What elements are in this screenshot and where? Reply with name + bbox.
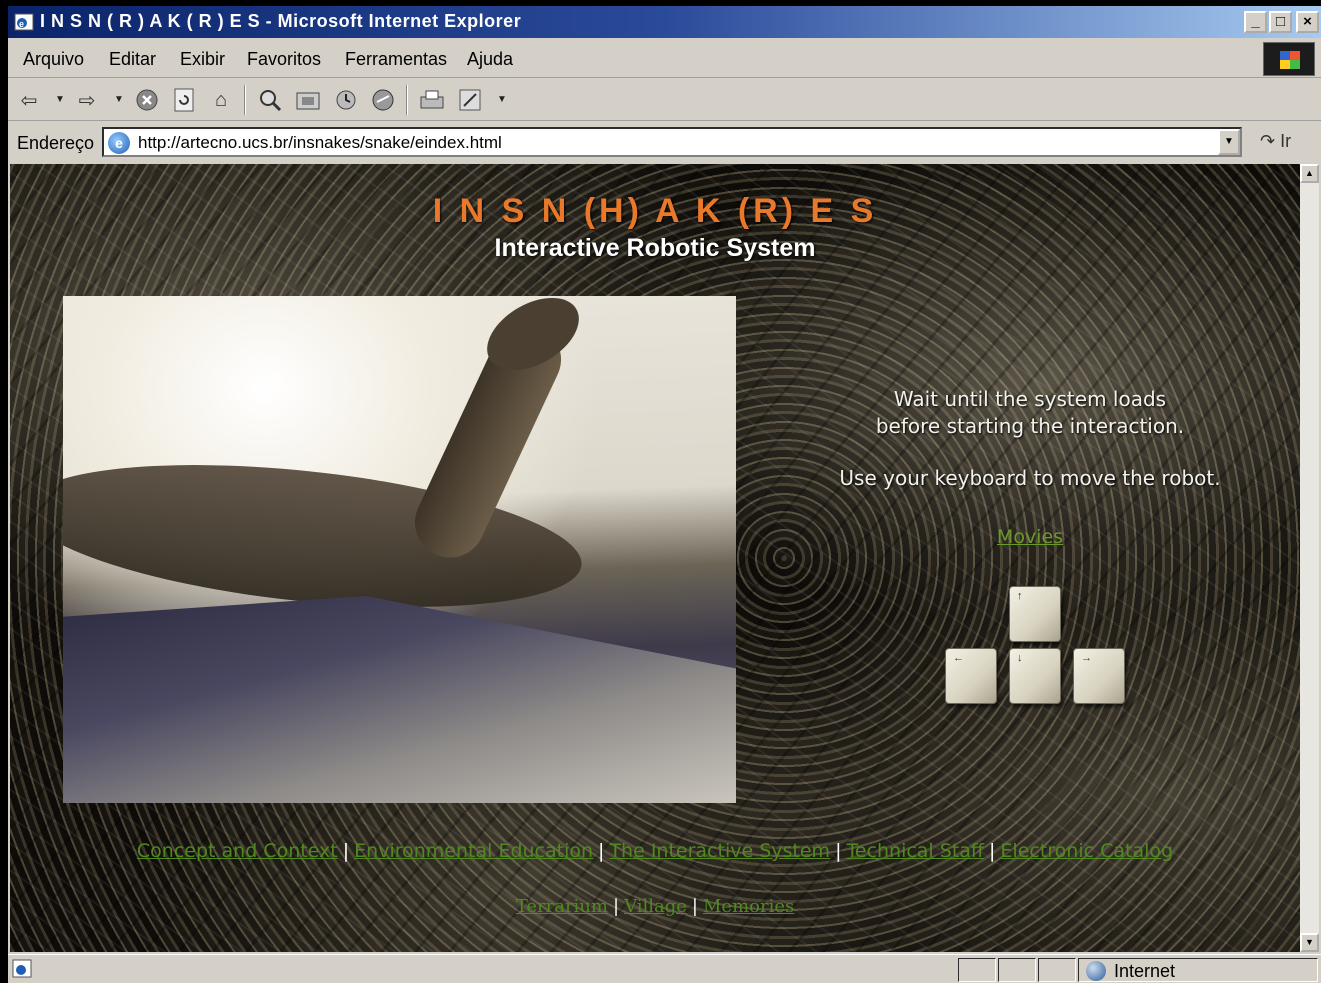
toolbar-separator bbox=[244, 85, 246, 115]
media-icon[interactable] bbox=[370, 87, 396, 113]
refresh-icon[interactable] bbox=[171, 87, 197, 113]
page-status-icon bbox=[12, 959, 34, 979]
address-input[interactable]: e http://artecno.ucs.br/insnakes/snake/e… bbox=[102, 127, 1242, 157]
nav-memories[interactable]: Memories bbox=[703, 896, 794, 917]
menu-editar[interactable]: Editar bbox=[109, 49, 156, 70]
right-arrow-key[interactable]: → bbox=[1073, 648, 1125, 704]
stop-icon[interactable] bbox=[134, 87, 160, 113]
instruction-line-1: Wait until the system loads bbox=[893, 387, 1167, 411]
nav-village[interactable]: Village bbox=[624, 896, 687, 917]
address-url[interactable]: http://artecno.ucs.br/insnakes/snake/ein… bbox=[138, 133, 502, 153]
security-zone-label: Internet bbox=[1114, 961, 1176, 981]
status-segment bbox=[958, 958, 996, 982]
history-icon[interactable] bbox=[333, 87, 359, 113]
scroll-up-button[interactable]: ▲ bbox=[1300, 164, 1319, 183]
browser-window: e I N S N ( R ) A K ( R ) E S - Microsof… bbox=[8, 6, 1321, 983]
back-icon[interactable]: ⇦ bbox=[16, 87, 42, 113]
internet-zone-icon bbox=[1086, 961, 1106, 981]
secondary-navigation: Terrarium | Village | Memories bbox=[10, 896, 1300, 917]
menu-favoritos[interactable]: Favoritos bbox=[247, 49, 321, 70]
page-subtitle: Interactive Robotic System bbox=[494, 234, 816, 262]
scroll-down-button[interactable]: ▼ bbox=[1300, 933, 1319, 952]
status-segment bbox=[998, 958, 1036, 982]
toolbar: ⇦ ▼ ⇨ ▼ ⌂ ▼ bbox=[8, 79, 1321, 121]
svg-text:e: e bbox=[19, 19, 24, 29]
maximize-button[interactable]: □ bbox=[1269, 11, 1292, 33]
nav-separator: | bbox=[835, 840, 842, 862]
nav-technical-staff[interactable]: Technical Staff bbox=[846, 840, 984, 862]
vertical-scrollbar[interactable]: ▲ ▼ bbox=[1300, 164, 1319, 952]
load-instructions: Wait until the system loads before start… bbox=[805, 386, 1255, 440]
print-icon[interactable] bbox=[419, 87, 445, 113]
forward-dropdown-icon[interactable]: ▼ bbox=[114, 94, 124, 105]
ie-page-icon: e bbox=[108, 132, 130, 154]
left-arrow-icon: ← bbox=[953, 652, 964, 664]
edit-dropdown-icon[interactable]: ▼ bbox=[497, 94, 507, 105]
minimize-button[interactable]: _ bbox=[1244, 11, 1267, 33]
window-title: I N S N ( R ) A K ( R ) E S - Microsoft … bbox=[40, 11, 522, 31]
search-icon[interactable] bbox=[257, 87, 283, 113]
primary-navigation: Concept and Context | Environmental Educat… bbox=[10, 840, 1300, 862]
go-button[interactable]: ↷ Ir bbox=[1260, 131, 1291, 152]
page-content: I N S N (H) A K (R) E S Interactive Robo… bbox=[10, 164, 1300, 952]
status-bar: Internet bbox=[8, 954, 1321, 983]
page-title: I N S N (H) A K (R) E S bbox=[432, 192, 878, 230]
down-arrow-icon: ↓ bbox=[1017, 652, 1023, 664]
nav-separator: | bbox=[989, 840, 996, 862]
menu-ferramentas[interactable]: Ferramentas bbox=[345, 49, 447, 70]
address-label: Endereço bbox=[17, 133, 95, 153]
left-arrow-key[interactable]: ← bbox=[945, 648, 997, 704]
title-bar: e I N S N ( R ) A K ( R ) E S - Microsof… bbox=[8, 6, 1321, 38]
nav-separator: | bbox=[342, 840, 350, 862]
nav-separator: | bbox=[612, 896, 620, 917]
go-arrow-icon: ↷ bbox=[1260, 131, 1276, 151]
nav-interactive-system[interactable]: The Interactive System bbox=[609, 840, 830, 862]
nav-electronic-catalog[interactable]: Electronic Catalog bbox=[1000, 840, 1173, 862]
right-arrow-icon: → bbox=[1081, 652, 1092, 664]
windows-logo-icon bbox=[1263, 42, 1315, 76]
favorites-icon[interactable] bbox=[295, 87, 321, 113]
nav-separator: | bbox=[691, 896, 698, 917]
nav-environmental-education[interactable]: Environmental Education bbox=[354, 840, 593, 862]
movies-link[interactable]: Movies bbox=[805, 526, 1255, 548]
toolbar-separator bbox=[406, 85, 408, 115]
address-dropdown-button[interactable]: ▼ bbox=[1218, 129, 1240, 155]
menu-ajuda[interactable]: Ajuda bbox=[467, 49, 513, 70]
back-dropdown-icon[interactable]: ▼ bbox=[55, 94, 65, 105]
nav-separator: | bbox=[598, 840, 605, 862]
up-arrow-key[interactable]: ↑ bbox=[1009, 586, 1061, 642]
address-bar: Endereço e http://artecno.ucs.br/insnake… bbox=[8, 122, 1321, 162]
close-button[interactable]: × bbox=[1296, 11, 1319, 33]
up-arrow-icon: ↑ bbox=[1017, 590, 1023, 602]
menu-bar: Arquivo Editar Exibir Favoritos Ferramen… bbox=[8, 40, 1321, 78]
rock-image bbox=[63, 596, 736, 803]
ie-page-icon: e bbox=[14, 13, 34, 31]
down-arrow-key[interactable]: ↓ bbox=[1009, 648, 1061, 704]
home-icon[interactable]: ⌂ bbox=[208, 87, 234, 113]
instruction-line-2: before starting the interaction. bbox=[875, 414, 1185, 438]
robot-camera-view bbox=[63, 296, 736, 803]
status-segment bbox=[1038, 958, 1076, 982]
go-label: Ir bbox=[1280, 131, 1292, 151]
menu-arquivo[interactable]: Arquivo bbox=[23, 49, 84, 70]
edit-icon[interactable] bbox=[457, 87, 483, 113]
keyboard-instruction: Use your keyboard to move the robot. bbox=[839, 466, 1221, 490]
menu-exibir[interactable]: Exibir bbox=[180, 49, 225, 70]
nav-concept-and-context[interactable]: Concept and Context bbox=[137, 840, 338, 862]
forward-icon[interactable]: ⇨ bbox=[74, 87, 100, 113]
nav-terrarium[interactable]: Terrarium bbox=[516, 896, 608, 917]
